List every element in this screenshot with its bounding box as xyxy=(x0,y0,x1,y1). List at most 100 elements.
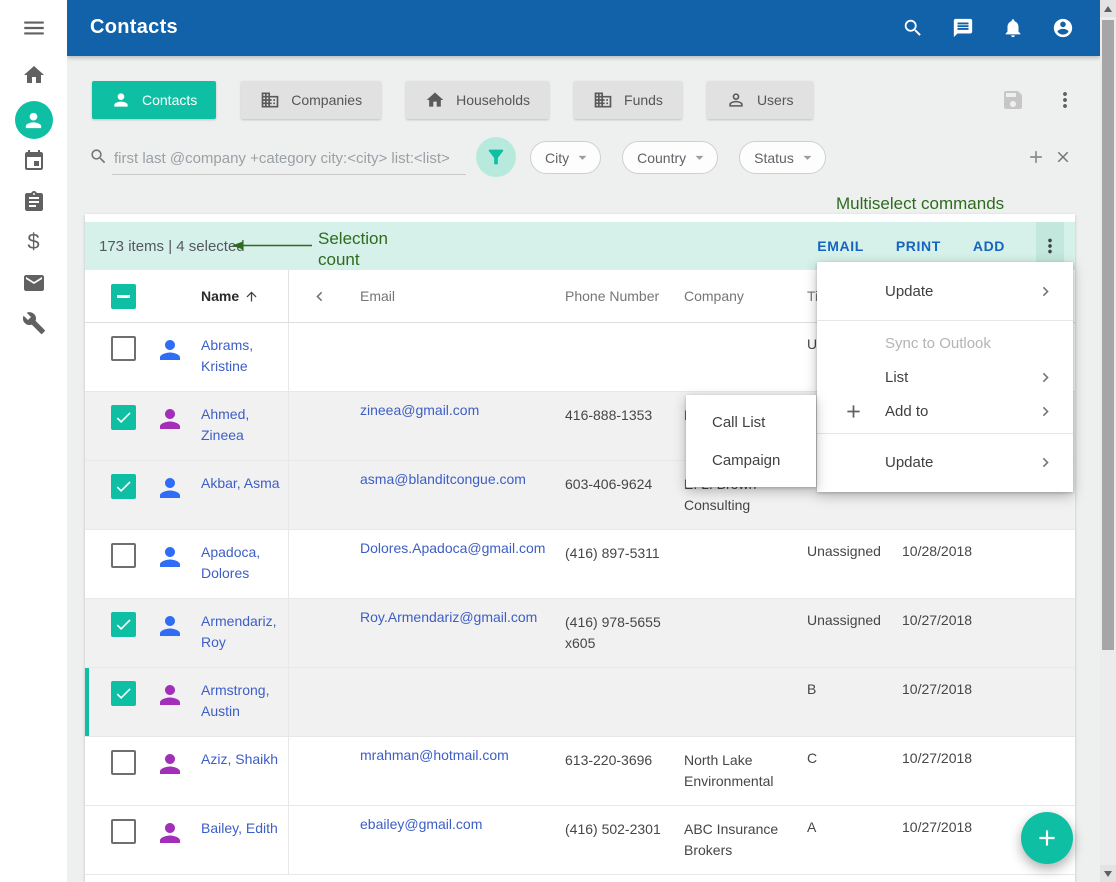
contact-name-link[interactable]: Bailey, Edith xyxy=(195,806,288,874)
tab-companies[interactable]: Companies xyxy=(241,81,381,119)
row-checkbox[interactable] xyxy=(111,750,136,775)
notifications-icon xyxy=(1002,17,1024,39)
contact-name-link[interactable]: Armstrong, Austin xyxy=(195,668,288,736)
column-header-name[interactable]: Name xyxy=(195,270,288,322)
column-header-company[interactable]: Company xyxy=(680,270,802,322)
row-checkbox[interactable] xyxy=(111,612,136,637)
sidebar-item-home[interactable] xyxy=(0,63,67,87)
sidebar-item-tools[interactable] xyxy=(0,311,67,335)
email-cell[interactable]: zineea@gmail.com xyxy=(330,392,560,460)
sidebar-item-calendar[interactable] xyxy=(0,149,67,173)
sidebar-item-contacts[interactable] xyxy=(0,101,67,139)
tab-contacts[interactable]: Contacts xyxy=(92,81,216,119)
add-to-submenu: Call ListCampaign xyxy=(686,395,816,487)
submenu-item-call-list[interactable]: Call List xyxy=(686,403,816,441)
select-all-checkbox[interactable] xyxy=(111,284,136,309)
row-checkbox[interactable] xyxy=(111,681,136,706)
row-checkbox[interactable] xyxy=(111,474,136,499)
multiselect-action-add[interactable]: ADD xyxy=(973,238,1005,254)
company-cell xyxy=(680,599,802,667)
menu-item-update[interactable]: Update xyxy=(817,439,1073,486)
account-button[interactable] xyxy=(1052,17,1074,39)
filter-button[interactable] xyxy=(476,137,516,177)
contact-name-link[interactable]: Ahmed, Zineea xyxy=(195,392,288,460)
contact-avatar-icon xyxy=(155,473,185,503)
search-button[interactable] xyxy=(902,17,924,39)
menu-item-label: Update xyxy=(885,454,933,471)
chip-label: Status xyxy=(754,150,794,166)
row-checkbox[interactable] xyxy=(111,543,136,568)
menu-item-label: Update xyxy=(885,283,933,300)
tab-users[interactable]: Users xyxy=(707,81,813,119)
search-icon xyxy=(89,147,108,166)
contact-name-link[interactable]: Akbar, Asma xyxy=(195,461,288,529)
scrollbar-thumb[interactable] xyxy=(1102,20,1114,650)
contact-avatar-icon xyxy=(155,404,185,434)
column-header-email[interactable]: Email xyxy=(330,270,560,322)
menu-item-update[interactable]: Update xyxy=(817,268,1073,315)
company-cell xyxy=(680,668,802,736)
search-input[interactable] xyxy=(112,142,466,175)
plus-icon xyxy=(1034,825,1060,851)
contact-name-link[interactable]: Apadoca, Dolores xyxy=(195,530,288,598)
row-checkbox[interactable] xyxy=(111,819,136,844)
multiselect-action-email[interactable]: EMAIL xyxy=(817,238,864,254)
email-cell[interactable]: mrahman@hotmail.com xyxy=(330,737,560,805)
sidebar-item-menu[interactable] xyxy=(0,15,67,41)
filter-chip-city[interactable]: City xyxy=(530,141,601,174)
row-checkbox[interactable] xyxy=(111,405,136,430)
tier-cell: B xyxy=(802,668,898,736)
column-header-phone[interactable]: Phone Number xyxy=(560,270,680,322)
browser-scrollbar[interactable] xyxy=(1100,0,1116,882)
table-row: Armendariz, Roy Roy.Armendariz@gmail.com(… xyxy=(85,599,1075,668)
contacts-icon xyxy=(22,109,45,132)
sidebar-item-tasks[interactable] xyxy=(0,190,67,214)
tier-cell: Unassigned xyxy=(802,599,898,667)
annotation-arrow xyxy=(232,240,314,251)
row-checkbox[interactable] xyxy=(111,336,136,361)
company-cell xyxy=(680,530,802,598)
phone-cell: 613-220-3696 xyxy=(560,737,680,805)
menu-item-list[interactable]: List xyxy=(817,360,1073,394)
table-row: Bailey, Edith ebailey@gmail.com(416) 502-… xyxy=(85,806,1075,875)
sidebar-item-mail[interactable] xyxy=(0,271,67,295)
chat-button[interactable] xyxy=(952,17,974,39)
filter-chip-status[interactable]: Status xyxy=(739,141,826,174)
dollar-icon: $ xyxy=(27,229,39,255)
scroll-down-button[interactable] xyxy=(1100,865,1116,882)
scroll-up-button[interactable] xyxy=(1100,0,1116,17)
notifications-button[interactable] xyxy=(1002,17,1024,39)
contact-name-link[interactable]: Armendariz, Roy xyxy=(195,599,288,667)
contact-name-link[interactable]: Abrams, Kristine xyxy=(195,323,288,391)
filter-chip-country[interactable]: Country xyxy=(622,141,718,174)
email-cell[interactable]: ebailey@gmail.com xyxy=(330,806,560,874)
save-view-icon[interactable] xyxy=(1001,88,1025,112)
view-more-button[interactable] xyxy=(1053,88,1077,112)
plus-icon xyxy=(843,401,864,422)
app-bar-icons xyxy=(902,17,1074,39)
phone-cell: (416) 978-5655 x605 xyxy=(560,599,680,667)
email-cell[interactable]: asma@blanditcongue.com xyxy=(330,461,560,529)
menu-item-add-to[interactable]: Add to xyxy=(817,394,1073,428)
chip-label: City xyxy=(545,150,569,166)
phone-cell: (416) 502-2301 xyxy=(560,806,680,874)
email-cell[interactable]: Dolores.Apadoca@gmail.com xyxy=(330,530,560,598)
check-icon xyxy=(114,408,133,427)
submenu-item-campaign[interactable]: Campaign xyxy=(686,441,816,479)
chip-label: Country xyxy=(637,150,686,166)
selection-summary: 173 items | 4 selected xyxy=(99,222,245,270)
email-cell[interactable] xyxy=(330,668,560,736)
date-cell: 10/27/2018 xyxy=(898,737,995,805)
tab-households[interactable]: Households xyxy=(406,81,549,119)
tab-funds[interactable]: Funds xyxy=(574,81,682,119)
contact-name-link[interactable]: Aziz, Shaikh xyxy=(195,737,288,805)
clear-filters-button[interactable] xyxy=(1054,148,1072,166)
multiselect-action-print[interactable]: PRINT xyxy=(896,238,941,254)
email-cell[interactable]: Roy.Armendariz@gmail.com xyxy=(330,599,560,667)
add-contact-fab[interactable] xyxy=(1021,812,1073,864)
collapse-name-column-button[interactable] xyxy=(288,270,330,322)
sidebar-item-billing[interactable]: $ xyxy=(0,229,67,255)
add-filter-button[interactable] xyxy=(1026,147,1046,167)
sort-asc-icon xyxy=(244,289,259,304)
email-cell[interactable] xyxy=(330,323,560,391)
